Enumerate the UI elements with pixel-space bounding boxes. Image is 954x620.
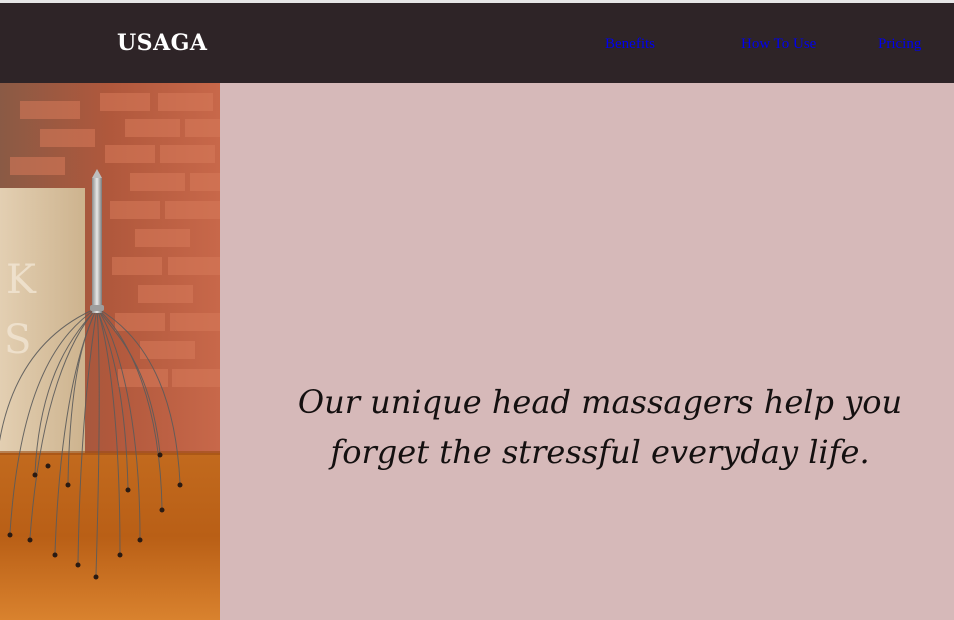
- hero-section: Our unique head massagers help you forge…: [220, 83, 954, 620]
- nav-link-how-to-use[interactable]: How To Use: [741, 36, 816, 53]
- hero-tagline: Our unique head massagers help you forge…: [260, 377, 940, 477]
- nav-link-benefits[interactable]: Benefits: [605, 36, 655, 53]
- tagline-line-1: Our unique head massagers help you: [297, 383, 903, 421]
- brand-logo[interactable]: USAGA: [117, 30, 208, 56]
- head-massager-photo: K S: [0, 83, 220, 620]
- svg-text:S: S: [4, 317, 31, 363]
- svg-text:K: K: [6, 257, 37, 303]
- nav-link-pricing[interactable]: Pricing: [878, 36, 921, 53]
- tagline-line-2: forget the stressful everyday life.: [330, 433, 870, 471]
- site-header: USAGA Benefits How To Use Pricing: [0, 3, 954, 83]
